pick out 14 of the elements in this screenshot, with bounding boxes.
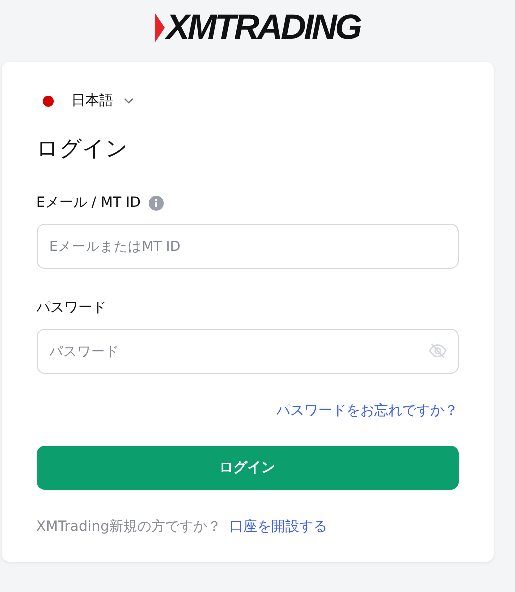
logo-mark-icon [154,13,165,43]
language-selector[interactable]: 日本語 [42,92,134,110]
eye-slash-icon[interactable] [428,343,446,359]
field-label: パスワード [36,299,106,317]
signup-prompt: XMTrading新規の方ですか？ [36,518,222,536]
page-title: ログイン [36,136,130,164]
login-button[interactable]: ログイン [36,446,458,490]
forgot-password-link[interactable]: パスワードをお忘れですか？ [276,402,458,420]
input-field[interactable]: EメールまたはMT ID [36,224,458,269]
open-account-link[interactable]: 口座を開設する [230,518,328,536]
logo-text: XMTRADING [166,8,360,48]
chevron-down-icon [124,98,134,104]
password-field[interactable]: パスワード [36,329,458,374]
field-label: Eメール / MT ID [36,194,141,212]
